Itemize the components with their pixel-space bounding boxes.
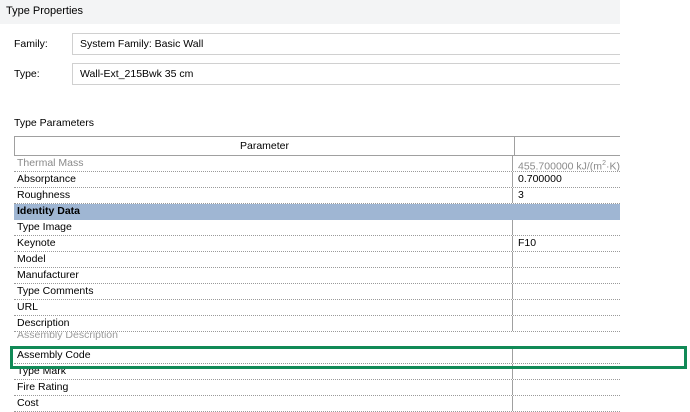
assembly-code-highlight-box [10, 346, 687, 369]
param-value[interactable] [514, 220, 620, 235]
param-row-url[interactable]: URL [14, 300, 620, 316]
param-row-roughness[interactable]: Roughness 3 [14, 188, 620, 204]
param-row-absorptance[interactable]: Absorptance 0.700000 [14, 172, 620, 188]
family-label: Family: [14, 38, 48, 50]
grid-header: Parameter [14, 136, 620, 156]
type-value: Wall-Ext_215Bwk 35 cm [80, 68, 194, 80]
parameter-column-header[interactable]: Parameter [15, 137, 515, 155]
param-row-type-image[interactable]: Type Image [14, 220, 620, 236]
param-value: 455.700000 kJ/(m2·K) [518, 160, 620, 171]
param-row-keynote[interactable]: Keynote F10 [14, 236, 620, 252]
param-row-description[interactable]: Description [14, 316, 620, 332]
param-name: Cost [14, 396, 513, 411]
param-row-thermal-mass[interactable]: Thermal Mass 455.700000 kJ/(m2·K) [14, 156, 620, 172]
param-name: Manufacturer [14, 268, 513, 283]
type-parameters-grid: Parameter Thermal Mass 455.700000 kJ/(m2… [14, 136, 620, 412]
param-row-manufacturer[interactable]: Manufacturer [14, 268, 620, 284]
param-row-assembly-description[interactable]: Assembly Description [14, 332, 620, 340]
param-value[interactable] [514, 300, 620, 315]
param-name: Fire Rating [14, 380, 513, 395]
param-value[interactable] [514, 268, 620, 283]
param-value[interactable]: F10 [514, 236, 620, 251]
type-label: Type: [14, 68, 40, 80]
param-name: Keynote [14, 236, 513, 251]
param-value[interactable] [514, 252, 620, 267]
type-dropdown[interactable]: Wall-Ext_215Bwk 35 cm [72, 63, 620, 85]
param-row-model[interactable]: Model [14, 252, 620, 268]
param-value[interactable] [514, 316, 620, 331]
param-name: Absorptance [14, 172, 513, 187]
param-row-cost[interactable]: Cost [14, 396, 620, 412]
param-value[interactable] [514, 284, 620, 299]
group-header-identity-data[interactable]: Identity Data [14, 204, 620, 220]
type-parameters-label: Type Parameters [14, 117, 94, 129]
param-value[interactable] [514, 396, 620, 411]
param-value[interactable]: 0.700000 [514, 172, 620, 187]
param-row-fire-rating[interactable]: Fire Rating [14, 380, 620, 396]
param-row-type-comments[interactable]: Type Comments [14, 284, 620, 300]
group-name: Identity Data [17, 205, 81, 217]
param-name: Type Comments [14, 284, 513, 299]
dialog-title-bar: Type Properties [0, 0, 620, 24]
dialog-title: Type Properties [6, 5, 84, 17]
param-value[interactable]: 3 [514, 188, 620, 203]
param-name: Model [14, 252, 513, 267]
param-value[interactable] [514, 380, 620, 395]
param-name: URL [14, 300, 513, 315]
param-name: Type Image [14, 220, 513, 235]
param-name: Assembly Description [17, 332, 118, 340]
param-name: Roughness [14, 188, 513, 203]
param-name: Description [14, 316, 513, 331]
family-field[interactable]: System Family: Basic Wall [72, 33, 620, 55]
family-value: System Family: Basic Wall [80, 38, 204, 50]
param-name: Thermal Mass [14, 156, 513, 171]
